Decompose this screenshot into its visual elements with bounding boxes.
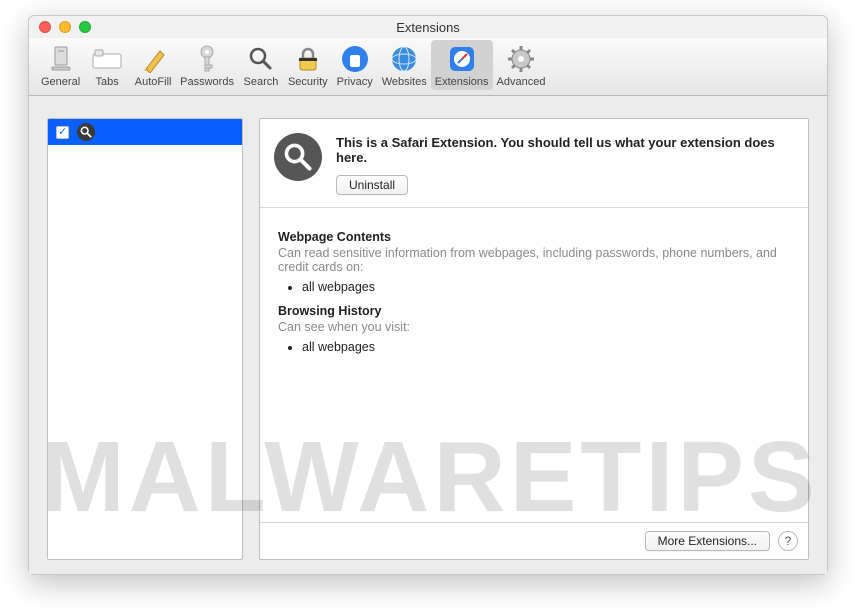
tab-label: Websites: [382, 76, 427, 88]
uninstall-button[interactable]: Uninstall: [336, 175, 408, 195]
section-title: Browsing History: [278, 304, 790, 318]
tab-search[interactable]: Search: [238, 40, 284, 90]
tab-tabs[interactable]: Tabs: [84, 40, 130, 90]
extension-icon: [77, 123, 95, 141]
tab-security[interactable]: Security: [284, 40, 332, 90]
privacy-icon: [337, 43, 373, 75]
content-area: This is a Safari Extension. You should t…: [29, 96, 827, 574]
tab-advanced[interactable]: Advanced: [493, 40, 550, 90]
tab-label: General: [41, 76, 80, 88]
tab-label: Passwords: [180, 76, 234, 88]
search-icon: [243, 43, 279, 75]
tab-passwords[interactable]: Passwords: [176, 40, 238, 90]
tab-autofill[interactable]: AutoFill: [130, 40, 176, 90]
extension-description: This is a Safari Extension. You should t…: [336, 135, 794, 165]
lock-icon: [290, 43, 326, 75]
tab-privacy[interactable]: Privacy: [332, 40, 378, 90]
extensions-icon: [444, 43, 480, 75]
help-button[interactable]: ?: [778, 531, 798, 551]
tab-label: AutoFill: [135, 76, 172, 88]
extension-detail: This is a Safari Extension. You should t…: [259, 118, 809, 560]
extension-enable-checkbox[interactable]: [56, 126, 69, 139]
more-extensions-button[interactable]: More Extensions...: [645, 531, 770, 551]
window-title: Extensions: [29, 20, 827, 35]
key-icon: [189, 43, 225, 75]
general-icon: [43, 43, 79, 75]
extensions-list: [47, 118, 243, 560]
tabs-icon: [89, 43, 125, 75]
tab-label: Security: [288, 76, 328, 88]
toolbar: General Tabs AutoFill Passwords: [29, 38, 827, 96]
preferences-window: Extensions General Tabs AutoFill: [28, 15, 828, 575]
tab-websites[interactable]: Websites: [378, 40, 431, 90]
detail-footer: More Extensions... ?: [260, 522, 808, 559]
tab-label: Search: [244, 76, 279, 88]
extension-row[interactable]: [48, 119, 242, 145]
section-subtitle: Can read sensitive information from webp…: [278, 246, 790, 274]
autofill-icon: [135, 43, 171, 75]
titlebar: Extensions: [29, 16, 827, 38]
section-title: Webpage Contents: [278, 230, 790, 244]
tab-general[interactable]: General: [37, 40, 84, 90]
tab-extensions[interactable]: Extensions: [431, 40, 493, 90]
permission-bullet: all webpages: [302, 280, 790, 294]
tab-label: Extensions: [435, 76, 489, 88]
gear-icon: [503, 43, 539, 75]
section-subtitle: Can see when you visit:: [278, 320, 790, 334]
tab-label: Tabs: [96, 76, 119, 88]
tab-label: Advanced: [497, 76, 546, 88]
globe-icon: [386, 43, 422, 75]
detail-body: Webpage Contents Can read sensitive info…: [260, 208, 808, 378]
extension-large-icon: [274, 133, 322, 181]
tab-label: Privacy: [337, 76, 373, 88]
detail-header: This is a Safari Extension. You should t…: [260, 119, 808, 208]
permission-bullet: all webpages: [302, 340, 790, 354]
